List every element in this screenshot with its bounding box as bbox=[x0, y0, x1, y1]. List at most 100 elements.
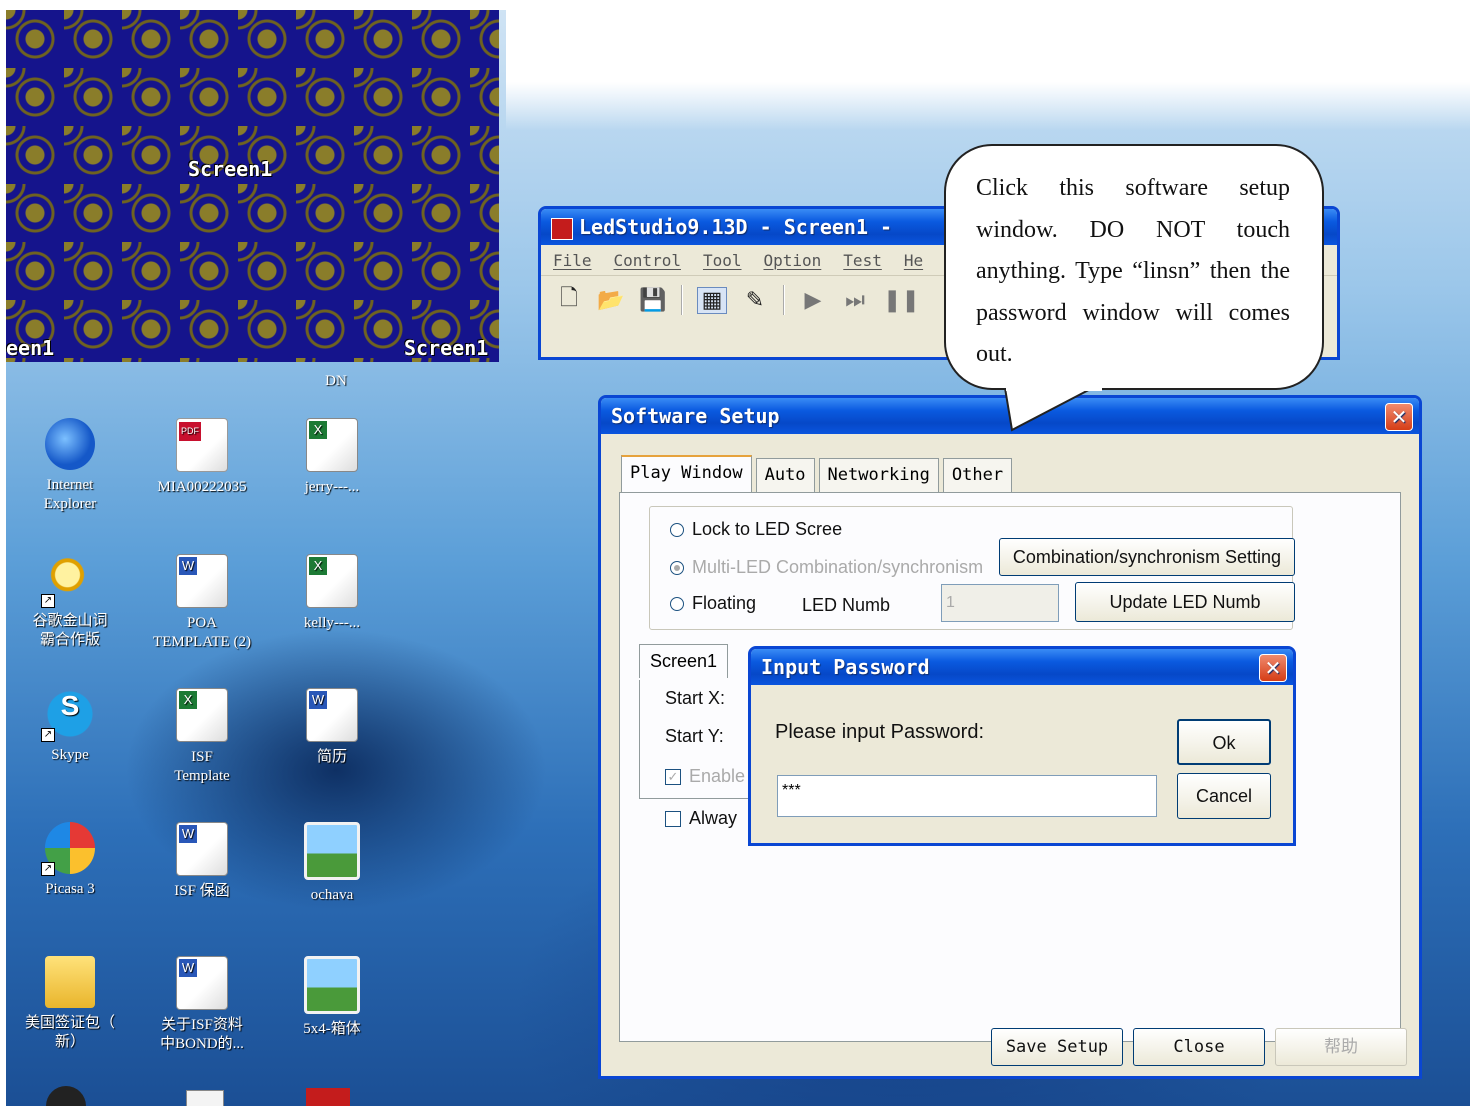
password-input[interactable]: *** bbox=[777, 775, 1157, 817]
desktop-highlight bbox=[506, 10, 1470, 130]
new-file-icon[interactable]: 🗋 bbox=[555, 281, 583, 319]
desktop-icon-label: ISF Template bbox=[174, 749, 230, 784]
screen-window-icon[interactable]: ▦ bbox=[697, 286, 727, 314]
excel-file-icon bbox=[306, 418, 358, 472]
desktop-icon-label: jerry---... bbox=[304, 479, 360, 495]
multi-led-label: Multi-LED Combination/synchronism bbox=[692, 557, 984, 577]
desktop-icon-jerry[interactable]: jerry---... bbox=[272, 418, 392, 497]
menu-help[interactable]: He bbox=[904, 251, 923, 270]
input-password-title: Input Password bbox=[761, 655, 930, 679]
shortcut-arrow-icon: ↗ bbox=[41, 862, 55, 876]
lock-to-led-option[interactable]: Lock to LED Scree bbox=[670, 519, 842, 540]
always-option[interactable]: Alway bbox=[665, 808, 737, 829]
pdf-file-icon bbox=[176, 418, 228, 472]
tab-networking[interactable]: Networking bbox=[818, 458, 939, 492]
desktop-icon-kingsoft-dictionary[interactable]: ↗ 谷歌金山词 霸合作版 bbox=[10, 554, 130, 650]
ledstudio-app-icon bbox=[551, 217, 573, 240]
tab-screen1[interactable]: Screen1 bbox=[639, 644, 729, 678]
password-prompt: Please input Password: bbox=[775, 721, 985, 743]
menu-option[interactable]: Option bbox=[764, 251, 822, 270]
desktop-icon-label: DN bbox=[325, 373, 347, 389]
shortcut-arrow-icon: ↗ bbox=[41, 728, 55, 742]
cancel-button[interactable]: Cancel bbox=[1177, 773, 1271, 819]
input-password-titlebar[interactable]: Input Password ✕ bbox=[751, 649, 1293, 685]
radio-lock[interactable] bbox=[670, 522, 684, 537]
desktop-icon-dn[interactable]: DN bbox=[276, 372, 396, 391]
pause-icon[interactable]: ❚❚ bbox=[883, 288, 920, 313]
tab-auto[interactable]: Auto bbox=[755, 458, 815, 492]
desktop-icon-label: 5x4-箱体 bbox=[303, 1021, 361, 1037]
desktop-icon-mia00222035[interactable]: MIA00222035 bbox=[142, 418, 262, 497]
desktop-icon-isf-template[interactable]: ISF Template bbox=[142, 688, 262, 786]
always-checkbox[interactable] bbox=[665, 811, 681, 828]
enable-label: Enable bbox=[689, 766, 746, 786]
floating-label: Floating bbox=[692, 593, 757, 613]
word-file-icon bbox=[306, 688, 358, 742]
callout-tail-cover bbox=[1006, 385, 1102, 391]
toolbar-separator bbox=[783, 285, 785, 315]
start-y-label: Start Y: bbox=[665, 726, 724, 746]
desktop-icon-ochava[interactable]: ochava bbox=[272, 822, 392, 905]
close-icon[interactable]: ✕ bbox=[1259, 654, 1287, 682]
step-icon[interactable]: ⏭ bbox=[841, 288, 869, 313]
floating-option[interactable]: Floating bbox=[670, 593, 756, 614]
desktop-icon-skype[interactable]: ↗ Skype bbox=[10, 688, 130, 765]
enable-checkbox: ✓ bbox=[665, 769, 681, 786]
picasa-icon: ↗ bbox=[41, 822, 95, 876]
close-button[interactable]: Close bbox=[1133, 1028, 1265, 1066]
desktop-icon-poa-template[interactable]: POA TEMPLATE (2) bbox=[142, 554, 262, 652]
internet-explorer-icon bbox=[45, 418, 95, 470]
desktop-icon-label: Internet Explorer bbox=[43, 477, 97, 512]
update-led-numb-button[interactable]: Update LED Numb bbox=[1075, 582, 1295, 622]
word-file-icon bbox=[176, 956, 228, 1010]
tab-play-window[interactable]: Play Window bbox=[621, 455, 752, 492]
help-button: 帮助 bbox=[1275, 1028, 1407, 1066]
desktop-icon-label: kelly---... bbox=[303, 615, 361, 631]
desktop-icon-label: ISF 保函 bbox=[174, 883, 230, 899]
desktop-icon-isf-bond[interactable]: 关于ISF资料 中BOND的... bbox=[142, 956, 262, 1054]
led-numb-field: 1 bbox=[941, 584, 1059, 622]
desktop-icon-label: POA TEMPLATE (2) bbox=[153, 615, 251, 650]
excel-file-icon bbox=[306, 554, 358, 608]
led-label-center: Screen1 bbox=[188, 157, 273, 181]
open-folder-icon[interactable]: 📂 bbox=[597, 288, 625, 313]
close-icon[interactable]: ✕ bbox=[1385, 403, 1413, 431]
radio-multi bbox=[670, 560, 684, 575]
qq-penguin-icon[interactable] bbox=[46, 1086, 86, 1106]
desktop-icon-label: Picasa 3 bbox=[45, 881, 95, 897]
edit-program-icon[interactable]: ✎ bbox=[741, 288, 769, 313]
input-password-dialog[interactable]: Input Password ✕ Please input Password: … bbox=[748, 646, 1296, 846]
ledstudio-title: LedStudio9.13D - Screen1 - bbox=[579, 215, 893, 239]
menu-file[interactable]: File bbox=[553, 251, 592, 270]
desktop-icon-internet-explorer[interactable]: Internet Explorer bbox=[10, 418, 130, 514]
led-label-left: een1 bbox=[6, 336, 55, 360]
menu-control[interactable]: Control bbox=[614, 251, 681, 270]
tab-other[interactable]: Other bbox=[942, 458, 1013, 492]
desktop-icon-picasa[interactable]: ↗ Picasa 3 bbox=[10, 822, 130, 899]
ledstudio-app-icon[interactable] bbox=[306, 1088, 350, 1106]
combination-setting-button[interactable]: Combination/synchronism Setting bbox=[999, 538, 1295, 576]
desktop-icon-kelly[interactable]: kelly---... bbox=[272, 554, 392, 633]
menu-test[interactable]: Test bbox=[843, 251, 882, 270]
image-file-icon bbox=[304, 956, 360, 1014]
desktop-icon-label: 简历 bbox=[316, 749, 347, 765]
start-x-label: Start X: bbox=[665, 688, 726, 708]
save-setup-button[interactable]: Save Setup bbox=[991, 1028, 1123, 1066]
desktop-icon-isf-guarantee[interactable]: ISF 保函 bbox=[142, 822, 262, 901]
lock-to-led-label: Lock to LED Scree bbox=[692, 519, 843, 539]
desktop-icon-label: 谷歌金山词 霸合作版 bbox=[32, 613, 108, 648]
ok-button[interactable]: Ok bbox=[1177, 719, 1271, 765]
desktop-icon-resume[interactable]: 简历 bbox=[272, 688, 392, 767]
play-icon[interactable]: ▶ bbox=[799, 288, 827, 313]
text-file-icon[interactable] bbox=[186, 1090, 224, 1106]
desktop-icon-cabinet[interactable]: 5x4-箱体 bbox=[272, 956, 392, 1039]
excel-file-icon bbox=[176, 688, 228, 742]
radio-floating[interactable] bbox=[670, 596, 684, 611]
skype-icon: ↗ bbox=[41, 688, 95, 742]
desktop-icon-visa-folder[interactable]: 美国签证包（ 新） bbox=[10, 956, 130, 1052]
menu-tool[interactable]: Tool bbox=[703, 251, 742, 270]
save-icon[interactable]: 💾 bbox=[639, 288, 667, 313]
shortcut-arrow-icon: ↗ bbox=[41, 594, 55, 608]
software-setup-title: Software Setup bbox=[611, 404, 780, 428]
led-preview-screen: Screen1 een1 Screen1 bbox=[6, 10, 499, 362]
